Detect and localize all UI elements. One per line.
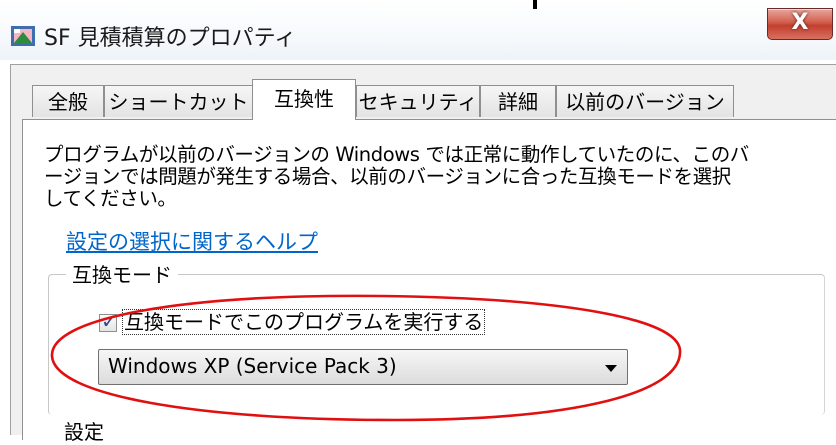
tab-label: セキュリティ [358, 90, 478, 114]
description-line: してください。 [44, 187, 177, 210]
description-line: ージョンでは問題が発生する場合、以前のバージョンに合った互換モードを選択 [44, 165, 731, 188]
tab-label: 以前のバージョン [565, 90, 725, 114]
tab-compatibility[interactable]: 互換性 [252, 79, 356, 120]
settings-group-label: 設定 [64, 420, 104, 444]
check-icon: ✓ [101, 309, 118, 333]
os-select-value: Windows XP (Service Pack 3) [108, 354, 397, 378]
close-icon: X [791, 10, 809, 35]
compat-mode-group [48, 274, 825, 415]
window-title: SF 見積積算のプロパティ [44, 26, 297, 51]
tab-shortcut[interactable]: ショートカット [104, 85, 253, 117]
close-button[interactable]: X [767, 8, 833, 40]
tab-label: ショートカット [108, 90, 249, 114]
app-icon [11, 26, 35, 46]
tab-label: 全般 [48, 90, 88, 114]
tab-details[interactable]: 詳細 [480, 85, 556, 117]
help-link[interactable]: 設定の選択に関するヘルプ [66, 226, 318, 256]
tab-label: 互換性 [274, 87, 334, 111]
compat-mode-checkbox[interactable]: ✓ [99, 309, 118, 333]
tab-label: 詳細 [498, 90, 538, 114]
os-select[interactable]: Windows XP (Service Pack 3) [98, 349, 628, 385]
cursor-mark [533, 0, 537, 9]
tab-security[interactable]: セキュリティ [356, 85, 480, 117]
group-label: 互換モード [66, 259, 178, 288]
tab-previous-versions[interactable]: 以前のバージョン [556, 85, 734, 117]
checkbox-label[interactable]: 互換モードでこのプログラムを実行する [121, 309, 486, 335]
chevron-down-icon [605, 365, 617, 372]
description-line: プログラムが以前のバージョンの Windows では正常に動作していたのに、この… [44, 143, 749, 166]
tab-general[interactable]: 全般 [32, 85, 104, 117]
compat-description: プログラムが以前のバージョンの Windows では正常に動作していたのに、この… [44, 144, 814, 210]
